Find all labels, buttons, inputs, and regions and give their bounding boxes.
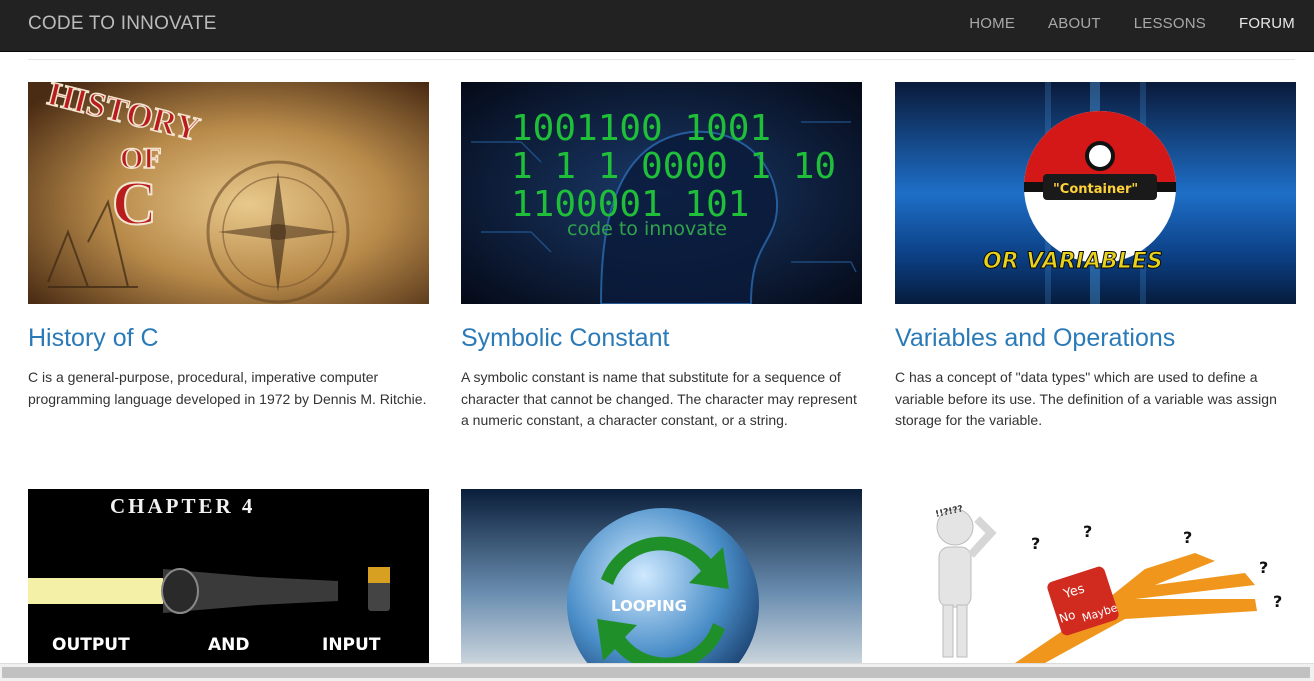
divider — [28, 59, 1295, 60]
history-of-c-image[interactable]: HISTORY OF C — [28, 82, 429, 304]
question-mark-1: ? — [1031, 534, 1040, 553]
history-image-c: C — [112, 170, 157, 238]
binary-line-2: 1 1 1 0000 1 10 — [511, 146, 836, 187]
and-word: AND — [208, 635, 250, 655]
question-mark-5: ? — [1273, 592, 1282, 611]
binary-line-1: 1001100 1001 — [511, 108, 771, 149]
looping-label: LOOPING — [611, 597, 687, 615]
symbolic-constant-image[interactable]: 1001100 1001 1 1 1 0000 1 10 1100001 101… — [461, 82, 862, 304]
question-mark-2: ? — [1083, 522, 1092, 541]
scrollbar-thumb[interactable] — [2, 667, 1310, 678]
card-title[interactable]: History of C — [28, 324, 159, 353]
question-mark-4: ? — [1259, 558, 1268, 577]
looping-image[interactable]: LOOPING — [461, 489, 862, 663]
nav-home[interactable]: HOME — [969, 15, 1015, 32]
top-navbar: CODE TO INNOVATE HOME ABOUT LESSONS FORU… — [0, 0, 1314, 52]
question-mark-3: ? — [1183, 528, 1192, 547]
output-word: OUTPUT — [52, 635, 130, 655]
card-description: A symbolic constant is name that substit… — [461, 369, 857, 428]
nav-forum[interactable]: FORUM — [1239, 15, 1295, 32]
container-label: "Container" — [1053, 182, 1138, 197]
chapter-4-image[interactable]: CHAPTER 4 OUTPUT AND INPUT — [28, 489, 429, 663]
nav-lessons[interactable]: LESSONS — [1134, 15, 1206, 32]
card-description: C is a general-purpose, procedural, impe… — [28, 369, 427, 407]
nav-about[interactable]: ABOUT — [1048, 15, 1101, 32]
variables-banner: OR VARIABLES — [983, 249, 1163, 274]
chapter-heading: CHAPTER 4 — [110, 494, 255, 518]
input-word: INPUT — [322, 635, 381, 655]
card-title[interactable]: Variables and Operations — [895, 324, 1175, 353]
card-description: C has a concept of "data types" which ar… — [895, 369, 1277, 428]
image-caption: code to innovate — [567, 218, 727, 240]
card-title[interactable]: Symbolic Constant — [461, 324, 669, 353]
horizontal-scrollbar[interactable] — [0, 663, 1314, 681]
variables-image[interactable]: "Container" OR VARIABLES — [895, 82, 1296, 304]
main-nav: HOME ABOUT LESSONS FORUM — [936, 15, 1295, 32]
site-brand[interactable]: CODE TO INNOVATE — [28, 13, 217, 35]
decision-image[interactable]: !!?!?? ? ? ? ? ? Yes No Maybe — [895, 489, 1296, 663]
